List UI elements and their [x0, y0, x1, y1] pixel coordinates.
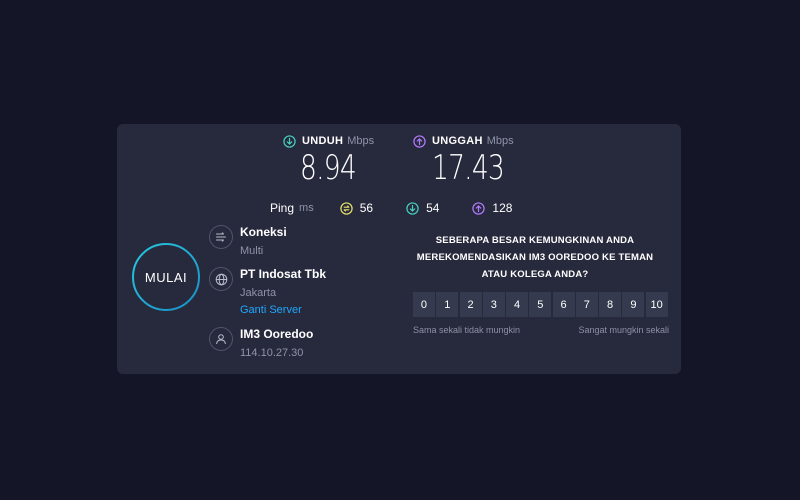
globe-icon: [209, 267, 233, 291]
go-button[interactable]: MULAI: [131, 242, 201, 312]
rating-button-3[interactable]: 3: [482, 292, 505, 317]
ping-latency: 56: [340, 201, 373, 215]
rating-button-1[interactable]: 1: [436, 292, 459, 317]
connection-title: Koneksi: [240, 225, 287, 239]
survey-question: SEBERAPA BESAR KEMUNGKINAN ANDA MEREKOME…: [416, 235, 654, 280]
connections-icon[interactable]: [209, 225, 233, 249]
upload-value: 17.43: [432, 148, 505, 188]
server-location: Jakarta: [240, 287, 277, 299]
upload-label: UNGGAH: [432, 135, 483, 147]
rating-button-4[interactable]: 4: [506, 292, 529, 317]
go-ring: MULAI: [131, 242, 201, 312]
ping-download: 54: [406, 201, 439, 215]
rating-button-2[interactable]: 2: [459, 292, 482, 317]
arrow-down-circle-icon: [283, 134, 296, 148]
download-label: UNDUH: [302, 135, 344, 147]
scale-high-label: Sangat mungkin sekali: [578, 325, 669, 335]
arrow-down-circle-icon: [406, 201, 419, 215]
download-value: 8.94: [300, 148, 357, 188]
download-metric: UNDUH Mbps 8.94: [283, 134, 374, 188]
rating-button-9[interactable]: 9: [622, 292, 645, 317]
upload-unit: Mbps: [486, 135, 514, 147]
connection-value: Multi: [240, 245, 264, 257]
ping-upload: 128: [472, 201, 512, 215]
arrow-up-circle-icon: [472, 201, 486, 215]
ping-download-value: 54: [426, 201, 440, 215]
change-server-link[interactable]: Ganti Server: [240, 304, 326, 317]
ping-upload-value: 128: [492, 201, 513, 215]
ping-unit: ms: [299, 202, 314, 214]
rating-button-6[interactable]: 6: [552, 292, 575, 317]
rating-button-8[interactable]: 8: [599, 292, 622, 317]
upload-metric: UNGGAH Mbps 17.43: [413, 134, 524, 188]
server-title: PT Indosat Tbk: [240, 267, 327, 281]
ping-label: Ping: [270, 201, 295, 215]
rating-scale: 0 1 2 3 4 5 6 7 8 9 10: [413, 292, 669, 317]
rating-button-0[interactable]: 0: [413, 292, 435, 317]
user-icon: [209, 327, 233, 351]
latency-icon: [340, 201, 353, 215]
provider-ip: 114.10.27.30: [240, 347, 304, 359]
ping-row: Ping ms 56 54 128: [270, 200, 512, 216]
rating-button-7[interactable]: 7: [575, 292, 598, 317]
speedtest-card: UNDUH Mbps 8.94 UNGGAH Mbps 17.43 Ping m…: [117, 124, 681, 374]
scale-low-label: Sama sekali tidak mungkin: [413, 325, 521, 335]
ping-latency-value: 56: [359, 201, 374, 215]
download-unit: Mbps: [347, 135, 375, 147]
survey-panel: SEBERAPA BESAR KEMUNGKINAN ANDA MEREKOME…: [413, 232, 669, 335]
rating-button-5[interactable]: 5: [529, 292, 552, 317]
arrow-up-circle-icon: [413, 134, 426, 148]
provider-title: IM3 Ooredoo: [240, 327, 314, 341]
scale-labels: Sama sekali tidak mungkin Sangat mungkin…: [413, 325, 669, 335]
rating-button-10[interactable]: 10: [645, 292, 668, 317]
